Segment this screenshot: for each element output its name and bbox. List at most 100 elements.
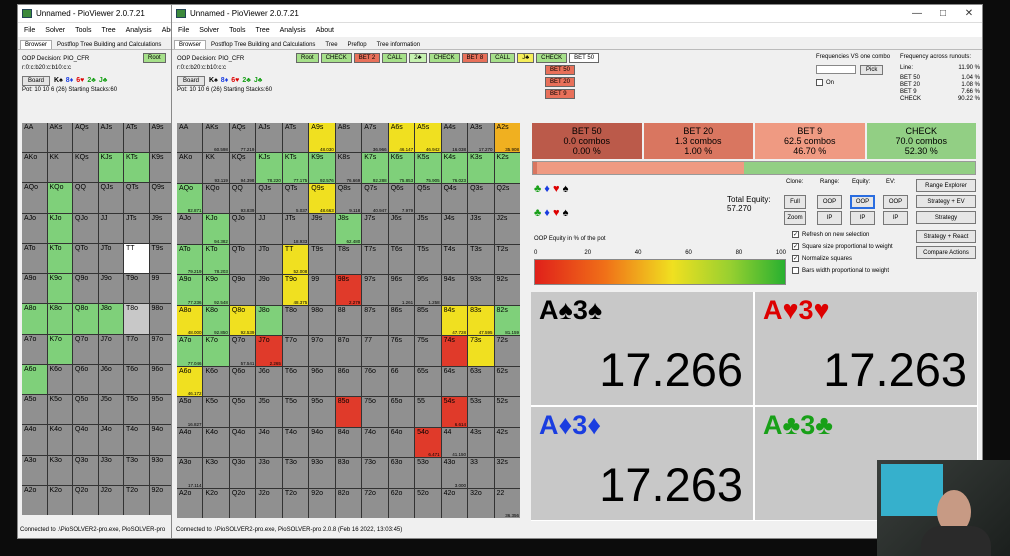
hand-cell[interactable]: A8s (335, 123, 362, 153)
hand-cell[interactable]: 82o (335, 488, 362, 518)
hand-cell[interactable]: KTo 78.203 (203, 244, 229, 275)
hand-cell[interactable]: AKo (177, 153, 203, 183)
heart-icon[interactable]: ♥ (553, 183, 560, 195)
diamond-icon[interactable]: ♦ (544, 183, 550, 195)
hand-cell[interactable]: J3o (98, 455, 123, 485)
hand-cell[interactable]: QTs (124, 183, 149, 213)
tab-browser[interactable]: Browser (174, 40, 207, 49)
hand-cell[interactable]: K9o 92.548 (203, 275, 229, 305)
hand-cell[interactable]: QTo (229, 244, 256, 275)
hand-cell[interactable]: 87o (335, 336, 362, 366)
hand-cell[interactable]: K3s (468, 153, 494, 183)
hand-cell[interactable]: 66 (388, 366, 415, 397)
hand-cell[interactable]: K3o (47, 455, 72, 485)
hand-cell[interactable]: KJo 94.382 (203, 214, 229, 244)
back-titlebar[interactable]: Unnamed - PioViewer 2.0.7.21 (18, 5, 176, 23)
tree-node-bet-8[interactable]: BET 8 (461, 53, 489, 63)
hand-cell[interactable]: T6s (388, 244, 415, 275)
club-icon[interactable]: ♣ (534, 183, 541, 195)
ev-oop-button[interactable]: OOP (883, 195, 908, 209)
hand-cell[interactable]: J7s (362, 214, 388, 244)
hand-cell[interactable]: K6o (47, 364, 72, 395)
tab-browser[interactable]: Browser (20, 40, 53, 49)
hand-cell[interactable]: KJs 78.220 (256, 153, 282, 183)
minimize-icon[interactable]: — (904, 5, 930, 22)
hand-cell[interactable]: Q6s 7.979 (388, 183, 415, 214)
hand-cell[interactable]: T9o 48.375 (282, 275, 309, 305)
hand-cell[interactable]: Q2o (73, 485, 98, 515)
checkbox[interactable]: ✓ (792, 255, 799, 262)
hand-cell[interactable]: 95s 1.258 (415, 275, 441, 305)
hand-cell[interactable]: 73o (362, 458, 388, 488)
zoom-button[interactable]: Zoom (784, 211, 806, 225)
sub-node-bet-50[interactable]: BET 50 (545, 65, 575, 75)
hand-cell[interactable]: Q4o (73, 425, 98, 455)
range-explorer-button[interactable]: Range Explorer (916, 179, 976, 192)
hand-cell[interactable]: AKs (47, 123, 72, 153)
tree-node-call[interactable]: CALL (382, 53, 408, 63)
hand-cell[interactable]: 63o (388, 458, 415, 488)
strategy-ev-button[interactable]: Strategy + EV (916, 195, 976, 208)
hand-cell[interactable]: Q2s (494, 183, 520, 214)
hand-cell[interactable]: K4o (47, 425, 72, 455)
equity-ip-button[interactable]: IP (850, 211, 875, 225)
hand-cell[interactable]: 97o (309, 336, 335, 366)
menu-tree[interactable]: Tree (255, 27, 269, 34)
hand-cell[interactable]: J2o (256, 488, 282, 518)
tree-node-check[interactable]: CHECK (536, 53, 568, 63)
tree-node-bet-50[interactable]: BET 50 (569, 53, 600, 63)
hand-cell[interactable]: A8o (22, 304, 47, 334)
hand-cell[interactable]: Q3o (229, 458, 256, 488)
hand-cell[interactable]: K6o (203, 366, 229, 397)
hand-cell[interactable]: KTs 77.175 (282, 153, 309, 183)
hand-cell[interactable]: KK 93.119 (203, 153, 229, 183)
hand-cell[interactable]: K5s 75.905 (415, 153, 441, 183)
hand-cell[interactable]: 96s 1.261 (388, 275, 415, 305)
hand-cell[interactable]: J3s (468, 214, 494, 244)
hand-cell[interactable]: 94s (441, 275, 468, 305)
action-block-bet-50[interactable]: BET 50 0.0 combos 0.00 % (532, 123, 642, 159)
ev-ip-button[interactable]: IP (883, 211, 908, 225)
hand-cell[interactable]: Q5o (229, 397, 256, 427)
menu-file[interactable]: File (178, 27, 189, 34)
hand-cell[interactable]: 63s (468, 366, 494, 397)
hand-cell[interactable]: 93o (309, 458, 335, 488)
hand-cell[interactable]: T8s (335, 244, 362, 275)
hand-cell[interactable]: A4s 16.038 (441, 123, 468, 153)
strategy-button[interactable]: Strategy (916, 211, 976, 224)
tab-postflop-tree-building-and-calculations[interactable]: Postflop Tree Building and Calculations (206, 40, 320, 49)
hand-cell[interactable]: 86o (335, 366, 362, 397)
hand-cell[interactable]: 92o (309, 488, 335, 518)
strategy-react-button[interactable]: Strategy + React (916, 230, 976, 243)
combo-cell[interactable]: A♦3♦ 17.263 (531, 407, 753, 520)
menu-tools[interactable]: Tools (75, 27, 91, 34)
hand-cell[interactable]: K2o (203, 488, 229, 518)
menu-solver[interactable]: Solver (45, 27, 65, 34)
checkbox[interactable]: ✓ (792, 243, 799, 250)
hand-cell[interactable]: J9s (309, 214, 335, 244)
hand-cell[interactable]: ATs (124, 123, 149, 153)
hand-cell[interactable]: AQs (73, 123, 98, 153)
hand-cell[interactable]: J8s 62.480 (335, 214, 362, 244)
hand-cell[interactable]: AA (22, 123, 47, 153)
hand-cell[interactable]: T6o (282, 366, 309, 397)
hand-cell[interactable]: T5o (282, 397, 309, 427)
hand-cell[interactable]: 86s (388, 305, 415, 336)
hand-cell[interactable]: 76o (362, 366, 388, 397)
hand-cell[interactable]: 32o (468, 488, 494, 518)
hand-cell[interactable]: T8o (124, 304, 149, 334)
hand-cell[interactable]: Q9o (229, 275, 256, 305)
hand-cell[interactable]: 77 (362, 336, 388, 366)
back-range-grid[interactable]: AA AKs AQs AJs ATs A9s AKo KK KQs KJs KTs K9s AQo KQo… (22, 123, 174, 515)
hand-cell[interactable]: J6o (98, 364, 123, 395)
on-checkbox[interactable] (816, 79, 823, 86)
hand-cell[interactable]: 99 (309, 275, 335, 305)
combo-input[interactable] (816, 65, 856, 74)
hand-cell[interactable]: 43s (468, 427, 494, 458)
action-block-bet-9[interactable]: BET 9 62.5 combos 46.70 % (755, 123, 865, 159)
hand-cell[interactable]: J6o (256, 366, 282, 397)
hand-cell[interactable]: Q4o (229, 427, 256, 458)
menu-file[interactable]: File (24, 27, 35, 34)
hand-cell[interactable]: AA (177, 123, 203, 153)
hand-cell[interactable]: J2o (98, 485, 123, 515)
